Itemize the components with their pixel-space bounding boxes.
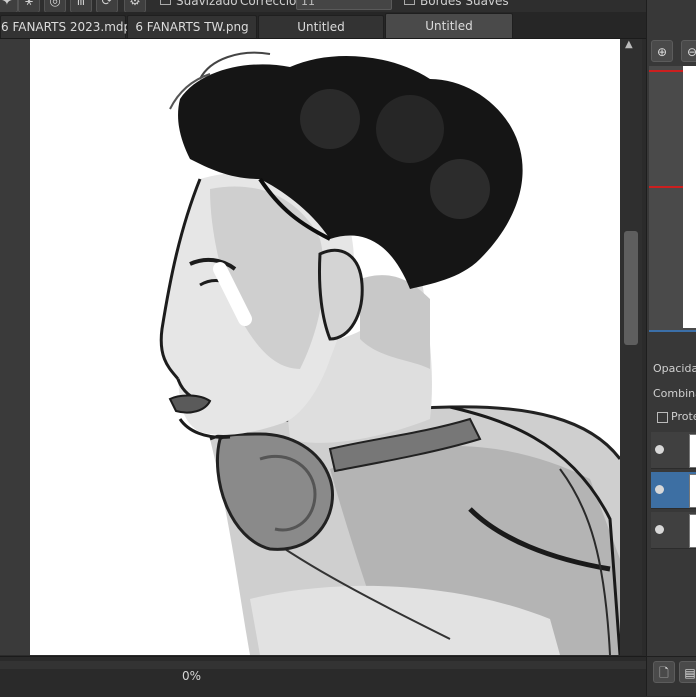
soft-edges-checkbox[interactable]	[404, 0, 415, 5]
correction-input[interactable]: 11	[296, 0, 392, 10]
target-icon[interactable]: ◎	[44, 0, 66, 12]
soft-edges-label: Bordes Suaves	[420, 0, 509, 8]
vertical-scroll-thumb[interactable]	[624, 231, 638, 345]
visibility-icon[interactable]	[655, 485, 664, 494]
blending-label: Combinac	[653, 387, 696, 400]
share-icon[interactable]: ⋔	[70, 0, 92, 12]
document-tabs: 6 FANARTS 2023.mdp 6 FANARTS TW.png Unti…	[0, 12, 646, 39]
visibility-icon[interactable]	[655, 525, 664, 534]
navigator-preview[interactable]	[649, 66, 696, 332]
opacity-label: Opacidad	[653, 362, 696, 375]
protect-label: Prote	[671, 410, 696, 423]
vertical-scrollbar[interactable]: ▲	[620, 39, 642, 655]
zoom-out-icon[interactable]: ⊖	[681, 40, 696, 62]
smoothing-checkbox[interactable]	[160, 0, 171, 5]
refresh-icon[interactable]: ⟳	[96, 0, 118, 12]
layer-actions-bar: 🗋 ▤	[647, 656, 696, 696]
horizontal-scrollbar[interactable]	[0, 661, 646, 669]
artwork	[159, 51, 620, 655]
layer-thumbnail	[689, 514, 696, 548]
layer-thumbnail	[689, 434, 696, 468]
correction-label: Corrección	[240, 0, 304, 8]
scroll-up-icon[interactable]: ▲	[625, 39, 633, 50]
tab-untitled-1[interactable]: Untitled	[258, 15, 384, 38]
drawing-canvas[interactable]	[30, 39, 620, 655]
tab-fanarts-2023[interactable]: 6 FANARTS 2023.mdp	[0, 15, 131, 38]
zoom-in-icon[interactable]: ⊕	[651, 40, 673, 62]
settings-icon[interactable]: ⚙	[124, 0, 146, 12]
layer-thumbnail	[689, 474, 696, 508]
visibility-icon[interactable]	[655, 445, 664, 454]
navigator-thumbnail	[683, 66, 696, 328]
sparkle-icon[interactable]: ✦	[0, 0, 18, 12]
tab-untitled-2[interactable]: Untitled	[385, 13, 513, 38]
status-bar: 0%	[0, 656, 646, 697]
new-layer-icon[interactable]: 🗋	[653, 661, 675, 683]
tool-options-bar: ✦ ⚹ ◎ ⋔ ⟳ ⚙ Suavizado Corrección 11 Bord…	[0, 0, 696, 12]
right-dock: ⊕ ⊖ Opacidad Combinac Prote 🗋 ▤	[646, 0, 696, 696]
left-gutter	[0, 39, 30, 655]
layer-item[interactable]	[651, 432, 696, 469]
progress-text: 0%	[182, 669, 202, 683]
layer-options-icon[interactable]: ▤	[679, 661, 696, 683]
layer-item-selected[interactable]	[651, 472, 696, 509]
fork-icon[interactable]: ⚹	[18, 0, 40, 12]
protect-checkbox[interactable]	[657, 412, 668, 423]
tab-fanarts-tw[interactable]: 6 FANARTS TW.png	[127, 15, 257, 38]
smoothing-label: Suavizado	[176, 0, 238, 8]
layer-item[interactable]	[651, 512, 696, 549]
